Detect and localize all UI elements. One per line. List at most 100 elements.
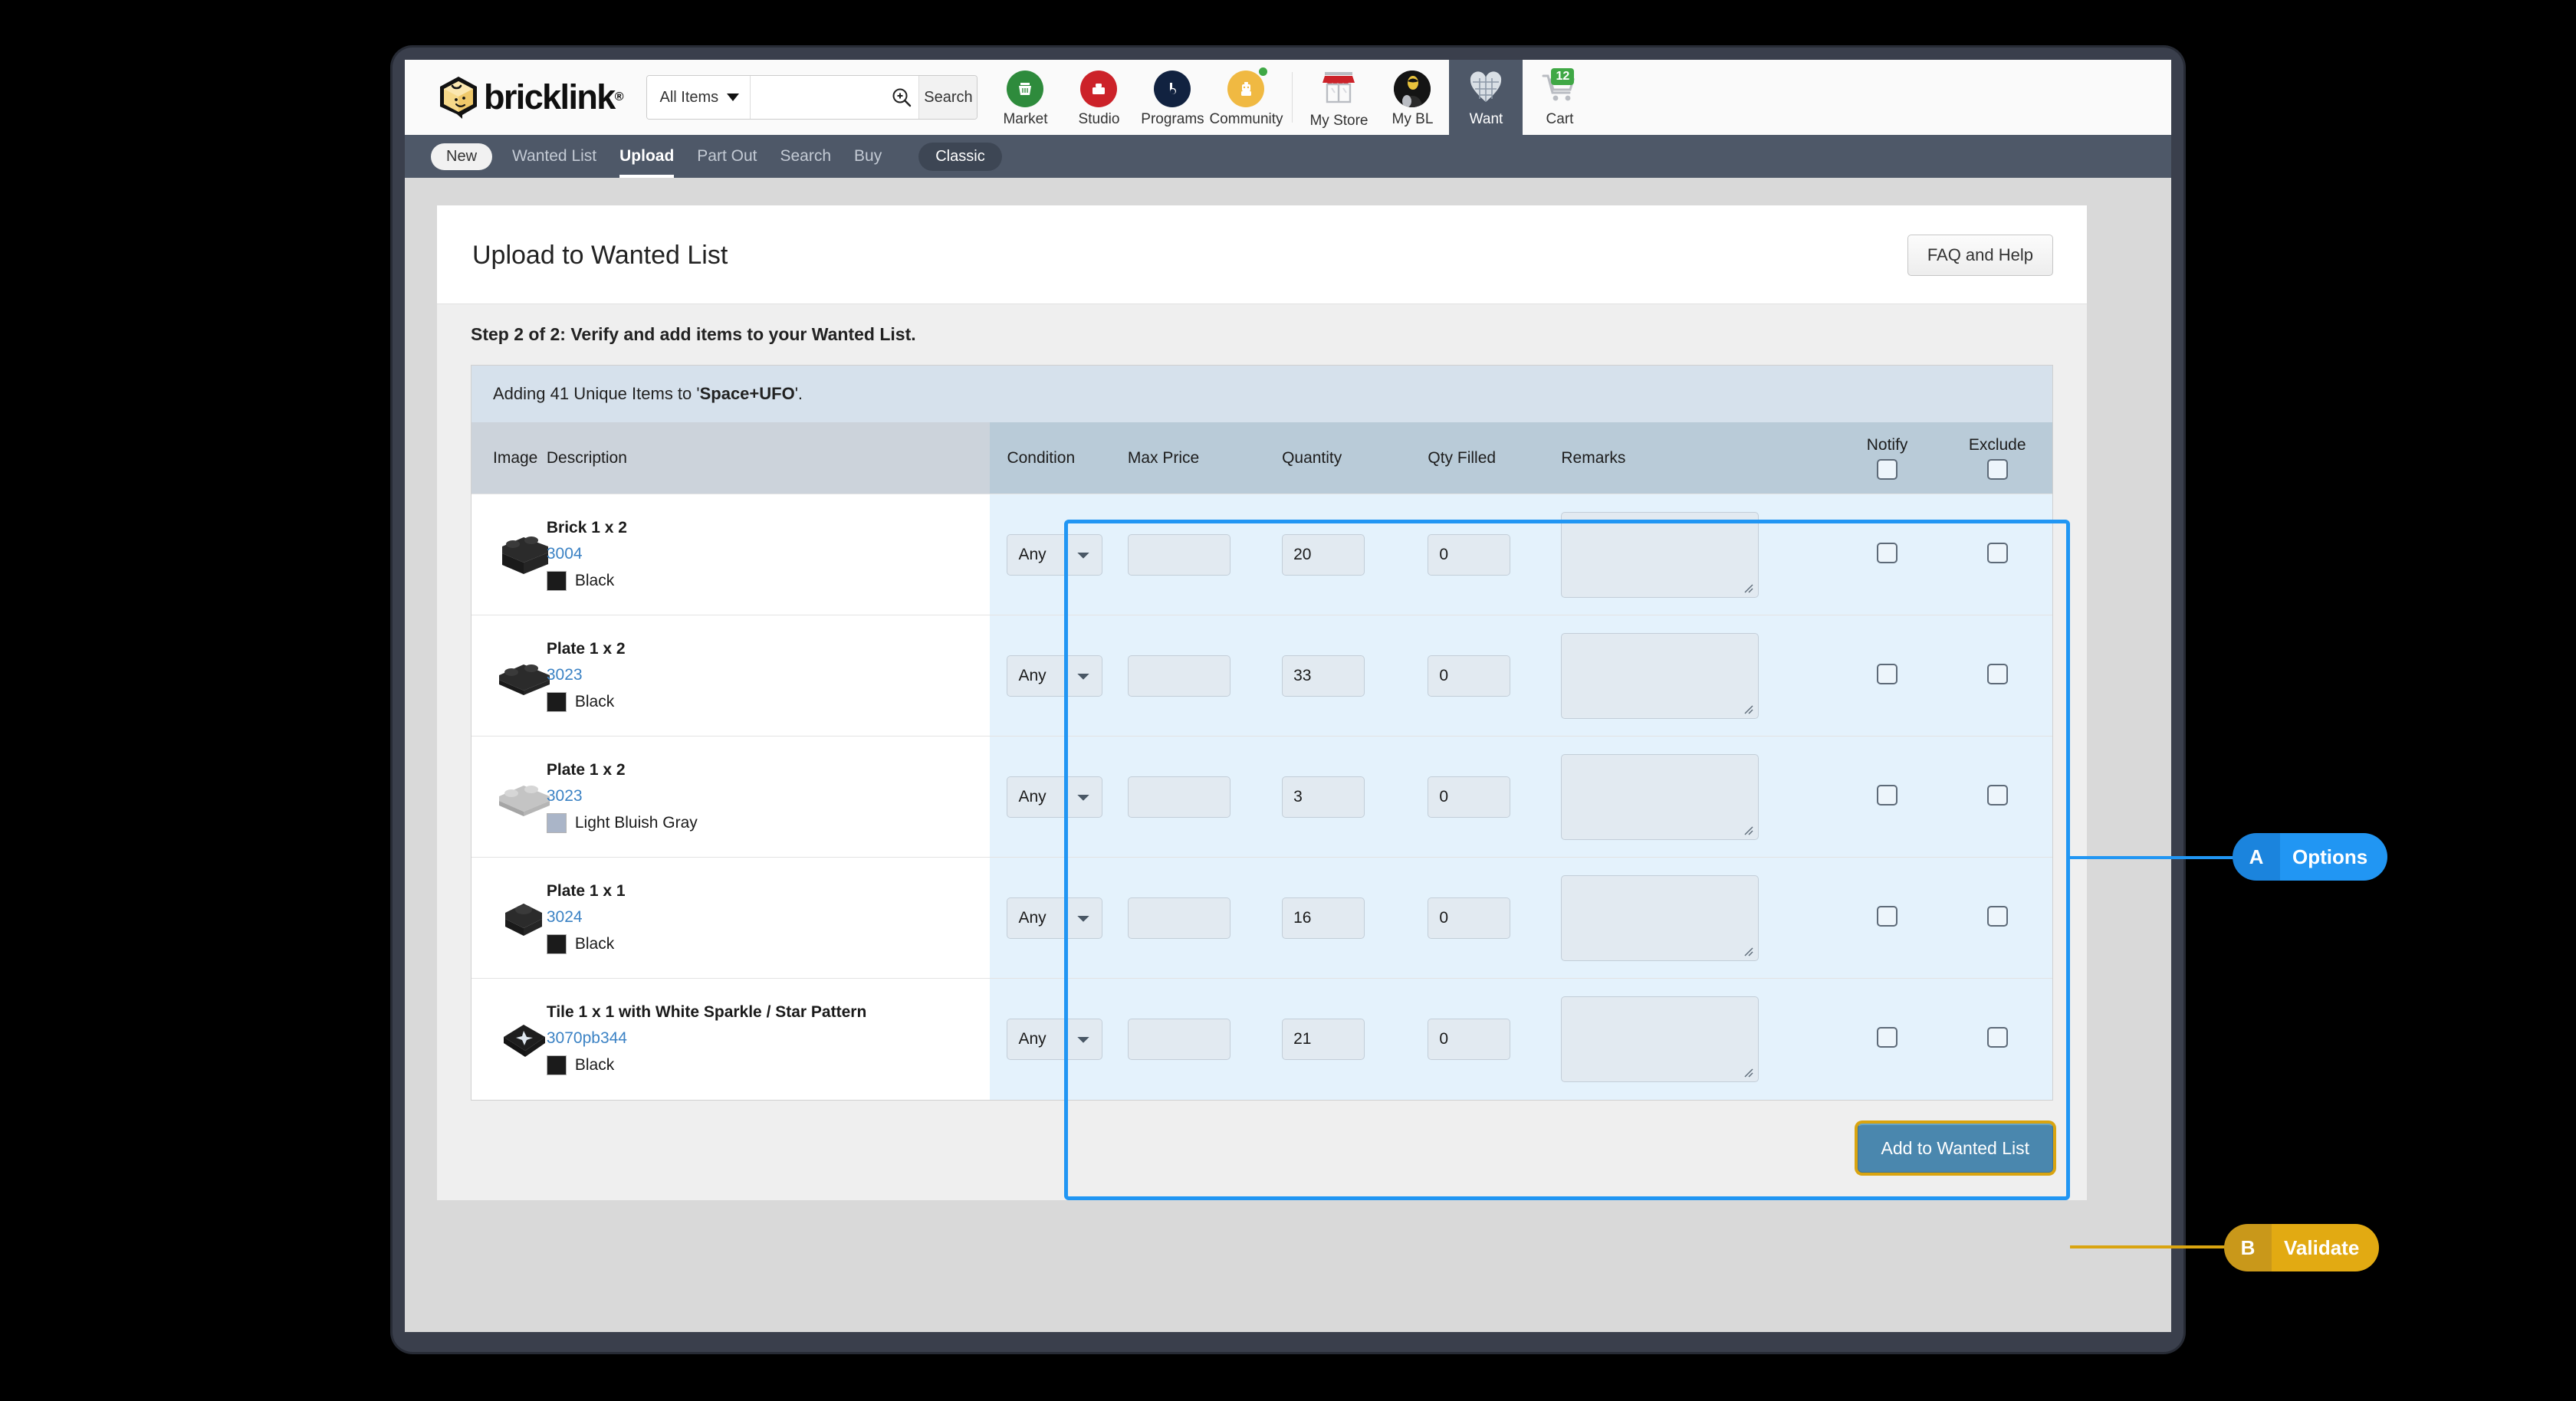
exclude-select-all-checkbox[interactable]	[1986, 459, 2008, 480]
nav-item-cart[interactable]: 12 Cart	[1523, 60, 1596, 135]
row-image-cell	[472, 736, 550, 858]
row-notify-cell	[1832, 615, 1943, 737]
magnifier-plus-icon[interactable]	[885, 76, 919, 119]
subnav-pill-classic[interactable]: Classic	[918, 142, 1002, 171]
color-name: Black	[574, 934, 615, 953]
banner-suffix: '.	[794, 384, 803, 403]
subnav-pill-new[interactable]: New	[431, 143, 493, 170]
search-button[interactable]: Search	[918, 76, 978, 119]
item-number-link[interactable]: 3024	[547, 908, 583, 927]
add-to-wanted-list-button[interactable]: Add to Wanted List	[1857, 1123, 2053, 1173]
notify-checkbox[interactable]	[1877, 784, 1898, 805]
exclude-checkbox[interactable]	[1986, 784, 2008, 805]
search-input[interactable]	[751, 76, 886, 119]
row-condition-cell: Any	[990, 978, 1128, 1100]
item-number-link[interactable]: 3070pb344	[547, 1029, 627, 1048]
table-row: Brick 1 x 2 3004 Black Any 20 0	[472, 494, 2052, 615]
max-price-input[interactable]	[1127, 1018, 1230, 1060]
subnav-item-upload[interactable]: Upload	[619, 135, 675, 178]
row-quantity-cell	[1282, 857, 1428, 979]
quantity-input[interactable]	[1282, 655, 1365, 697]
col-header-image: Image	[472, 422, 547, 494]
programs-icon	[1154, 70, 1191, 107]
row-condition-cell: Any	[990, 615, 1128, 737]
nav-divider	[1292, 72, 1293, 123]
max-price-input[interactable]	[1127, 897, 1230, 939]
max-price-input[interactable]	[1127, 533, 1230, 576]
notify-checkbox[interactable]	[1877, 542, 1898, 563]
row-image-cell	[472, 615, 550, 737]
item-number-link[interactable]: 3023	[547, 666, 583, 684]
resize-grip-icon	[1744, 584, 1753, 592]
max-price-input[interactable]	[1127, 655, 1230, 697]
qty-filled-input[interactable]	[1428, 533, 1511, 576]
subnav-item-part-out[interactable]: Part Out	[697, 135, 757, 178]
qty-filled-input[interactable]	[1428, 1018, 1511, 1060]
condition-select[interactable]: Any	[1007, 533, 1103, 576]
exclude-checkbox[interactable]	[1986, 1026, 2008, 1048]
storefront-icon	[1319, 68, 1359, 109]
remarks-textarea[interactable]	[1561, 996, 1760, 1082]
notify-checkbox[interactable]	[1877, 1026, 1898, 1048]
nav-item-community[interactable]: Community	[1209, 60, 1283, 135]
nav-item-my-bl[interactable]: My BL	[1375, 60, 1449, 135]
max-price-input[interactable]	[1127, 776, 1230, 818]
qty-filled-input[interactable]	[1428, 897, 1511, 939]
row-max-price-cell	[1127, 494, 1283, 615]
subnav-item-wanted-list[interactable]: Wanted List	[512, 135, 596, 178]
nav-item-my-store[interactable]: My Store	[1302, 60, 1375, 135]
condition-select[interactable]: Any	[1007, 776, 1103, 818]
color-name: Light Bluish Gray	[574, 813, 698, 832]
avatar-icon	[1394, 70, 1431, 107]
remarks-textarea[interactable]	[1561, 511, 1760, 598]
nav-item-want[interactable]: Want	[1449, 60, 1523, 135]
bricklink-logo[interactable]: bricklink ®	[405, 60, 646, 135]
row-quantity-cell	[1282, 736, 1428, 858]
row-description-cell: Tile 1 x 1 with White Sparkle / Star Pat…	[546, 978, 991, 1100]
search-scope-dropdown[interactable]: All Items	[647, 76, 751, 119]
notify-select-all-checkbox[interactable]	[1877, 459, 1898, 480]
quantity-input[interactable]	[1282, 1018, 1365, 1060]
resize-grip-icon	[1744, 1068, 1753, 1078]
col-header-notify: Notify	[1832, 422, 1943, 494]
nav-label-programs: Programs	[1141, 110, 1204, 127]
remarks-textarea[interactable]	[1561, 753, 1760, 840]
row-description-cell: Plate 1 x 2 3023 Black	[546, 615, 991, 737]
notify-checkbox[interactable]	[1877, 905, 1898, 927]
condition-select[interactable]: Any	[1007, 1018, 1103, 1060]
adding-items-banner: Adding 41 Unique Items to 'Space+UFO'.	[472, 366, 2052, 422]
item-number-link[interactable]: 3023	[547, 787, 583, 805]
condition-select[interactable]: Any	[1007, 897, 1103, 939]
qty-filled-input[interactable]	[1428, 776, 1511, 818]
exclude-checkbox[interactable]	[1986, 663, 2008, 684]
col-header-description: Description	[546, 422, 991, 494]
row-qty-filled-cell	[1428, 736, 1562, 858]
basket-icon	[1007, 70, 1044, 107]
subnav-item-buy[interactable]: Buy	[854, 135, 882, 178]
row-description-cell: Plate 1 x 2 3023 Light Bluish Gray	[546, 736, 991, 858]
col-header-exclude: Exclude	[1942, 422, 2052, 494]
exclude-checkbox[interactable]	[1986, 542, 2008, 563]
faq-and-help-button[interactable]: FAQ and Help	[1907, 235, 2053, 276]
card-body: Step 2 of 2: Verify and add items to you…	[437, 304, 2087, 1200]
nav-item-studio[interactable]: Studio	[1062, 60, 1135, 135]
quantity-input[interactable]	[1282, 776, 1365, 818]
caret-down-icon	[727, 94, 740, 101]
callout-a-letter: A	[2233, 833, 2280, 881]
qty-filled-input[interactable]	[1428, 655, 1511, 697]
exclude-checkbox[interactable]	[1986, 905, 2008, 927]
quantity-input[interactable]	[1282, 533, 1365, 576]
row-quantity-cell	[1282, 494, 1428, 615]
nav-item-market[interactable]: Market	[988, 60, 1062, 135]
row-image-cell	[472, 494, 548, 615]
heart-icon	[1467, 70, 1504, 107]
col-header-remarks: Remarks	[1561, 422, 1832, 494]
remarks-textarea[interactable]	[1561, 632, 1760, 719]
notify-checkbox[interactable]	[1877, 663, 1898, 684]
item-number-link[interactable]: 3004	[547, 545, 583, 563]
quantity-input[interactable]	[1282, 897, 1365, 939]
nav-item-programs[interactable]: Programs	[1135, 60, 1209, 135]
subnav-item-search[interactable]: Search	[780, 135, 832, 178]
condition-select[interactable]: Any	[1007, 655, 1103, 697]
remarks-textarea[interactable]	[1561, 874, 1760, 961]
